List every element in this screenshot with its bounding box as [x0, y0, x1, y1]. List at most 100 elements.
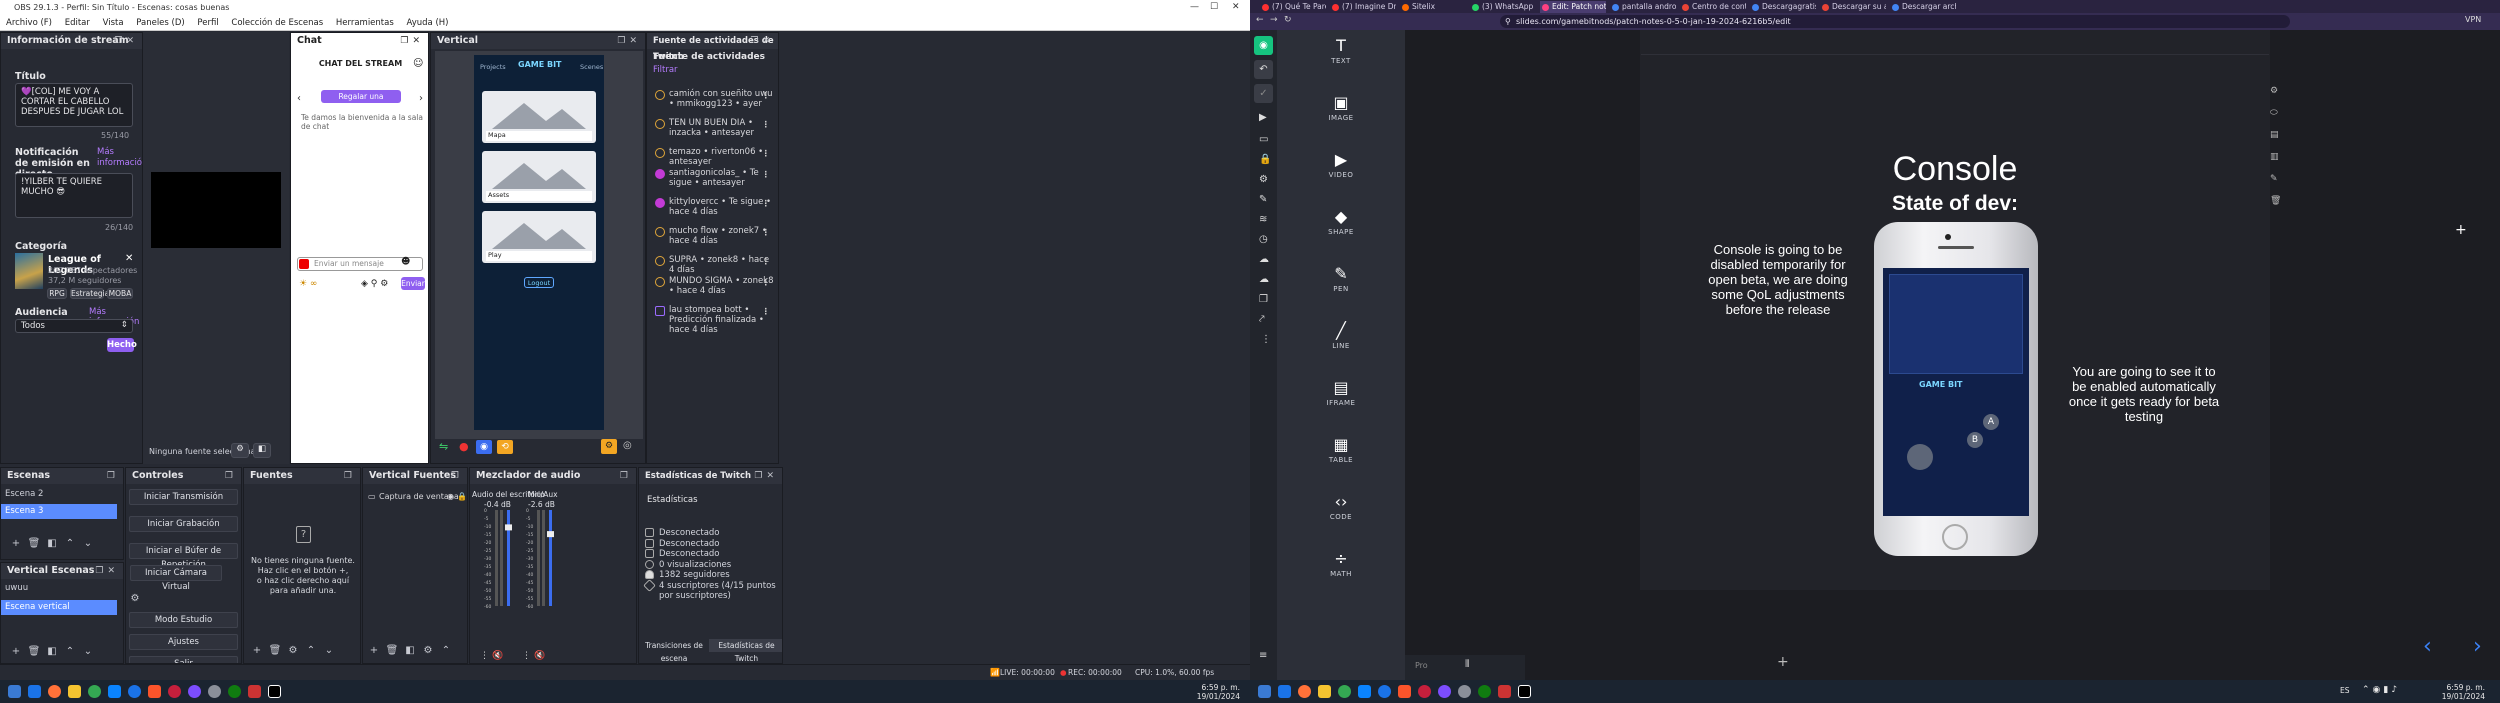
forward-icon[interactable]: → — [1270, 15, 1278, 25]
cloud-upload-icon[interactable]: ☁ — [1259, 254, 1269, 265]
record-icon[interactable]: ● — [459, 440, 469, 453]
filter-icon[interactable]: ◧ — [403, 644, 417, 658]
scene-item[interactable]: uwuu — [1, 581, 123, 596]
browser-tab[interactable]: Descargagratis | Desc... — [1750, 1, 1816, 13]
store-icon[interactable] — [108, 685, 121, 698]
copy-icon[interactable]: ❐ — [1259, 294, 1268, 305]
move-down-icon[interactable]: ⌄ — [322, 644, 336, 658]
chat-emote-icon[interactable]: ☻ — [401, 257, 410, 267]
move-up-icon[interactable]: ⌃ — [63, 537, 77, 551]
chat-next-icon[interactable]: › — [419, 93, 423, 104]
slide-heading[interactable]: Console — [1640, 150, 2270, 189]
mute-icon[interactable]: 🔇 — [534, 651, 545, 661]
more-options-icon[interactable]: ⋮ — [762, 307, 771, 317]
vpn-badge[interactable]: VPN — [2465, 15, 2481, 24]
browser-tab[interactable]: (3) WhatsApp — [1470, 1, 1536, 13]
menu-file[interactable]: Archivo (F) — [6, 18, 52, 28]
tool-shape[interactable]: ◆ SHAPE — [1277, 208, 1405, 237]
back-icon[interactable]: ← — [1256, 15, 1264, 25]
file-explorer-icon[interactable] — [1318, 685, 1331, 698]
dock-float-icon[interactable]: ❐ — [107, 468, 119, 484]
terminal-icon[interactable] — [1518, 685, 1531, 698]
menu-view[interactable]: Vista — [103, 18, 124, 28]
add-slide-below-icon[interactable]: + — [1777, 654, 1789, 670]
trash-icon[interactable]: 🗑 — [385, 644, 399, 658]
taskbar-clock[interactable]: 6:59 p. m. 19/01/2024 — [2425, 683, 2485, 701]
dock-float-icon[interactable]: ❐ — [344, 468, 356, 484]
edge-icon[interactable] — [28, 685, 41, 698]
scene-item-selected[interactable]: Escena 3 — [1, 504, 117, 519]
more-options-icon[interactable]: ⋮ — [1261, 334, 1271, 345]
slide-settings-icon[interactable]: ⚙ — [2270, 86, 2290, 108]
audience-select[interactable]: Todos ⇕ — [15, 319, 133, 333]
app-icon[interactable] — [1458, 685, 1471, 698]
phone-mockup-image[interactable]: GAME BIT A B — [1874, 222, 2038, 556]
book-icon[interactable]: ▥ — [2270, 152, 2290, 174]
calendar-icon[interactable] — [1498, 685, 1511, 698]
volume-fader-knob[interactable] — [547, 531, 554, 538]
windows-start-icon[interactable] — [8, 685, 21, 698]
exit-button[interactable]: Salir — [129, 656, 238, 663]
add-icon[interactable]: + — [367, 644, 381, 658]
settings-icon[interactable]: ⚙ — [1259, 174, 1268, 185]
move-up-icon[interactable]: ⌃ — [304, 644, 318, 658]
chat-prev-icon[interactable]: ‹ — [297, 93, 301, 104]
source-filters-icon[interactable]: ◧ — [253, 443, 271, 458]
layers-icon[interactable]: ≋ — [1259, 214, 1267, 225]
start-replay-buffer-button[interactable]: Iniciar el Búfer de Repetición — [129, 543, 238, 570]
vertical-settings-icon[interactable]: ⚙ — [601, 439, 617, 454]
logout-button[interactable]: Logout — [524, 277, 554, 288]
dock-float-icon[interactable]: ❐ — [620, 468, 632, 484]
browser-icon[interactable] — [1378, 685, 1391, 698]
add-icon[interactable]: + — [9, 537, 23, 551]
more-options-icon[interactable]: ⋮ — [762, 199, 771, 209]
trash-icon[interactable]: 🗑 — [27, 537, 41, 551]
toggle-icon[interactable]: ⬭ — [2270, 108, 2290, 130]
source-item-window-capture[interactable]: ▭ Captura de ventana ◉ 🔒 — [367, 490, 467, 503]
tag-rpg[interactable]: RPG — [47, 288, 67, 299]
activity-item[interactable]: camión con sueñito uwu • mmikogg123 • ay… — [651, 89, 776, 118]
volume-fader-knob[interactable] — [505, 524, 512, 531]
vertical-extra-icon[interactable]: ◎ — [623, 440, 632, 451]
history-icon[interactable]: ◷ — [1259, 234, 1268, 245]
card-map[interactable]: Mapa — [482, 91, 596, 143]
activity-item[interactable]: kittylovercc • Te sigue • hace 4 días ⋮ — [651, 197, 776, 226]
store-icon[interactable] — [1358, 685, 1371, 698]
chat-points-icon[interactable]: ☀ ∞ — [299, 279, 317, 289]
move-down-icon[interactable]: ⌄ — [81, 645, 95, 659]
more-options-icon[interactable]: ⋮ — [762, 149, 771, 159]
menu-edit[interactable]: Editar — [65, 18, 90, 28]
chat-users-icon[interactable]: ☺ — [413, 58, 423, 69]
next-slide-icon[interactable]: › — [2473, 634, 2482, 659]
maximize-icon[interactable]: ☐ — [1210, 0, 1218, 15]
add-icon[interactable]: + — [250, 644, 264, 658]
browser-tab[interactable]: Descargar su archivo... — [1820, 1, 1886, 13]
dock-close-icon[interactable]: ❐✕ — [400, 33, 424, 49]
trash-icon[interactable]: 🗑 — [27, 645, 41, 659]
close-icon[interactable]: ✕ — [1232, 0, 1240, 15]
more-options-icon[interactable]: ⋮ — [762, 228, 771, 238]
notification-field[interactable]: !YILBER TE QUIERE MUCHO 😎 — [15, 173, 133, 218]
dock-close-icon[interactable]: ❐✕ — [750, 33, 774, 49]
menu-docks[interactable]: Paneles (D) — [136, 18, 184, 28]
add-slide-right-icon[interactable]: + — [2455, 222, 2467, 238]
site-info-icon[interactable]: ⚲ — [1505, 15, 1511, 28]
speaker-notes-bar[interactable]: Pro ⦀ — [1405, 655, 1525, 680]
scene-item[interactable]: Escena 2 — [1, 487, 123, 502]
share-icon[interactable]: ⤤ — [1259, 314, 1265, 325]
chat-bits-icon[interactable] — [299, 259, 309, 269]
scene-item-selected[interactable]: Escena vertical — [1, 600, 117, 615]
card-play[interactable]: Play — [482, 211, 596, 263]
menu-profile[interactable]: Perfil — [197, 18, 218, 28]
move-up-icon[interactable]: ⌃ — [63, 645, 77, 659]
present-icon[interactable]: ▶ — [1259, 112, 1267, 123]
brush-icon[interactable]: ✎ — [1259, 194, 1267, 205]
dock-close-icon[interactable]: ❐✕ — [617, 33, 641, 49]
trash-icon[interactable]: 🗑 — [268, 644, 282, 658]
chrome-icon[interactable] — [1338, 685, 1351, 698]
remove-category-icon[interactable]: ✕ — [125, 253, 133, 264]
activity-item[interactable]: santiagonicolas_ • Te sigue • antesayer ⋮ — [651, 168, 776, 197]
tool-image[interactable]: ▣ IMAGE — [1277, 94, 1405, 123]
saved-check-icon[interactable]: ✓ — [1254, 84, 1273, 103]
brave-icon[interactable] — [1398, 685, 1411, 698]
